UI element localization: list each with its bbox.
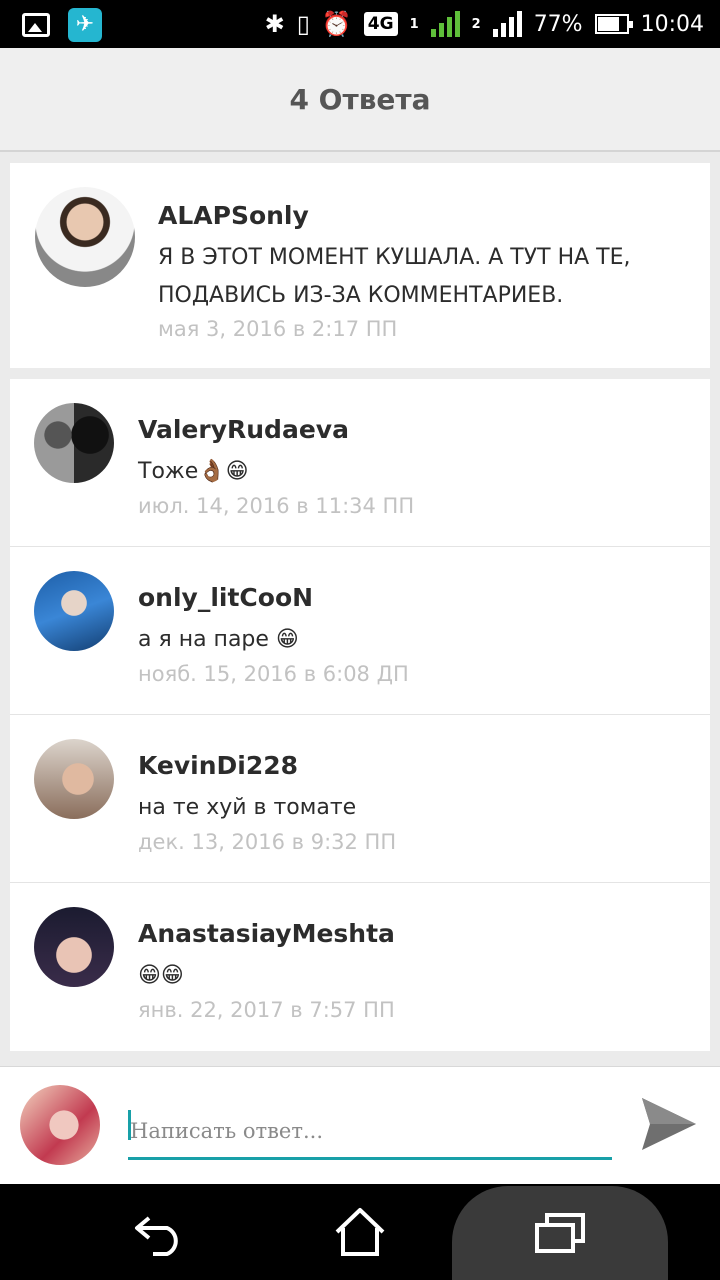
reply-date: дек. 13, 2016 в 9:32 ПП [138, 830, 397, 854]
sim2-label: 2 [471, 16, 481, 32]
clock: 10:04 [640, 11, 704, 37]
signal-sim1-icon [430, 11, 460, 37]
recent-apps-icon [535, 1213, 585, 1253]
my-avatar [20, 1085, 100, 1165]
reply-username[interactable]: ValeryRudaeva [138, 415, 349, 444]
reply-text: а я на паре 😁 [138, 627, 299, 652]
reply-text: Тоже👌🏾😁 [138, 459, 249, 484]
send-button[interactable] [640, 1096, 698, 1152]
reply-username[interactable]: KevinDi228 [138, 751, 298, 780]
alarm-icon: ⏰ [321, 10, 352, 38]
gallery-icon [22, 13, 50, 37]
reply-text: на те хуй в томате [138, 795, 357, 820]
battery-icon [594, 14, 633, 34]
list-item: ValeryRudaeva Тоже👌🏾😁 июл. 14, 2016 в 11… [10, 379, 710, 547]
app-icon: ✈ [68, 8, 102, 42]
reply-input[interactable] [128, 1104, 612, 1160]
signal-sim2-icon [492, 11, 522, 37]
avatar[interactable] [34, 571, 114, 651]
recent-apps-button[interactable] [452, 1186, 668, 1280]
vibrate-icon: ▯ [296, 10, 310, 38]
list-item: only_litCooN а я на паре 😁 нояб. 15, 201… [10, 547, 710, 715]
home-button[interactable] [310, 1184, 410, 1280]
avatar[interactable] [34, 403, 114, 483]
reply-date: янв. 22, 2017 в 7:57 ПП [138, 998, 395, 1022]
replies-list: ValeryRudaeva Тоже👌🏾😁 июл. 14, 2016 в 11… [10, 379, 710, 1051]
text-caret [128, 1110, 131, 1140]
reply-date: нояб. 15, 2016 в 6:08 ДП [138, 662, 409, 686]
reply-text: 😁😁 [138, 963, 184, 988]
battery-percent: 77% [533, 11, 583, 37]
reply-username[interactable]: AnastasiayMeshta [138, 919, 395, 948]
avatar[interactable] [34, 739, 114, 819]
home-icon [335, 1208, 385, 1256]
avatar[interactable] [34, 907, 114, 987]
back-button[interactable] [110, 1184, 210, 1280]
status-bar: ✈ ✱ ▯ ⏰ 4G 1 2 77% 10:04 [0, 0, 720, 48]
main-comment-card: ALAPSonly Я В ЭТОТ МОМЕНТ КУШАЛА. А ТУТ … [10, 163, 710, 368]
avatar[interactable] [35, 187, 135, 287]
reply-date: июл. 14, 2016 в 11:34 ПП [138, 494, 415, 518]
back-icon [135, 1216, 178, 1256]
sim1-label: 1 [409, 16, 419, 32]
bluetooth-icon: ✱ [264, 10, 285, 38]
reply-username[interactable]: only_litCooN [138, 583, 313, 612]
comment-text: Я В ЭТОТ МОМЕНТ КУШАЛА. А ТУТ НА ТЕ, ПОД… [158, 245, 631, 308]
app-header: 4 Ответа [0, 48, 720, 152]
list-item: AnastasiayMeshta 😁😁 янв. 22, 2017 в 7:57… [10, 883, 710, 1051]
page-title: 4 Ответа [289, 82, 431, 116]
send-icon [642, 1098, 696, 1150]
list-item: KevinDi228 на те хуй в томате дек. 13, 2… [10, 715, 710, 883]
comment-username[interactable]: ALAPSonly [158, 201, 309, 230]
network-4g-icon: 4G [363, 12, 398, 36]
system-nav-bar [0, 1184, 720, 1280]
comment-date: мая 3, 2016 в 2:17 ПП [158, 317, 398, 341]
